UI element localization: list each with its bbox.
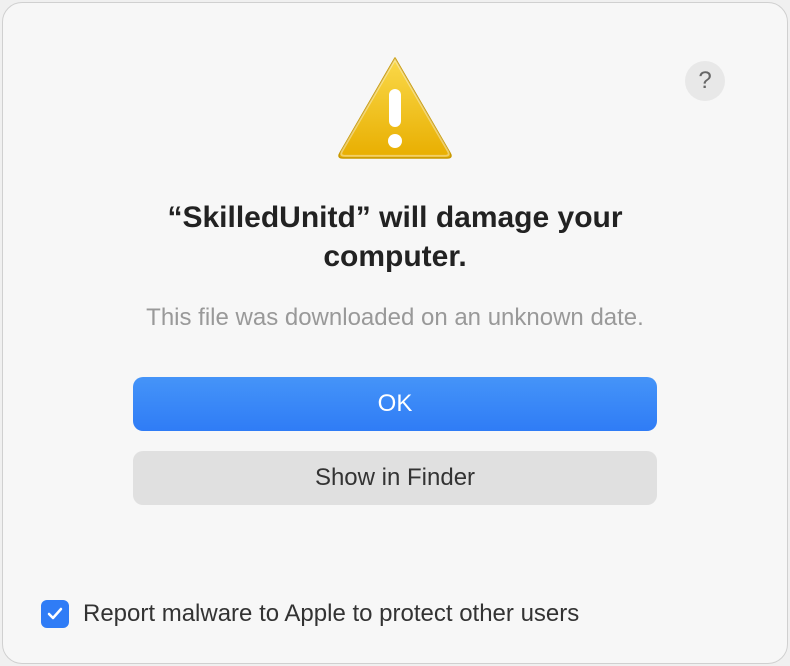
ok-button[interactable]: OK [133,377,657,431]
show-in-finder-button[interactable]: Show in Finder [133,451,657,505]
warning-triangle-icon [335,53,455,163]
ok-button-label: OK [378,390,413,418]
report-checkbox-label[interactable]: Report malware to Apple to protect other… [83,600,579,628]
report-checkbox[interactable] [41,600,69,628]
report-checkbox-row: Report malware to Apple to protect other… [33,590,757,633]
malware-warning-dialog: ? “SkilledUnitd” will damage your comput… [2,2,788,664]
icon-container [33,53,757,163]
show-in-finder-label: Show in Finder [315,464,475,492]
checkmark-icon [45,604,65,624]
help-icon: ? [698,67,711,95]
dialog-title: “SkilledUnitd” will damage your computer… [33,198,757,276]
dialog-subtitle: This file was downloaded on an unknown d… [33,304,757,332]
button-container: OK Show in Finder [33,377,757,505]
dialog-content: ? “SkilledUnitd” will damage your comput… [33,33,757,633]
help-button[interactable]: ? [685,61,725,101]
